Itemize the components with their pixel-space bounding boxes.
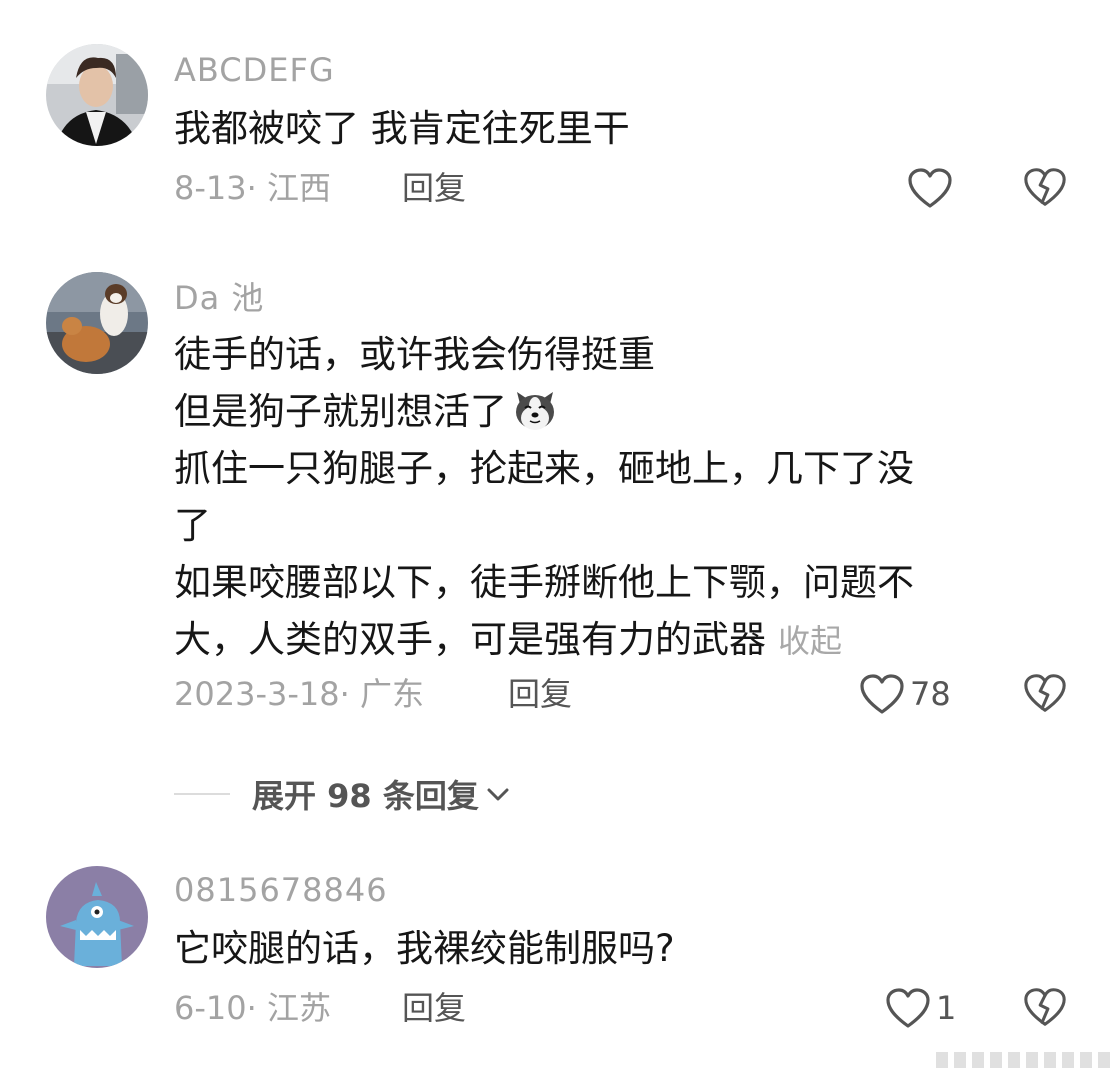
comment-date-location: 6-10· 江苏 [174, 989, 331, 1027]
watermark-graphic [936, 1052, 1110, 1068]
comment-text-line: 大，人类的双手，可是强有力的武器 [174, 618, 766, 661]
comment-body: 它咬腿的话，我裸绞能制服吗? [174, 920, 1054, 977]
avatar[interactable] [46, 866, 148, 968]
expand-replies-button[interactable]: 展开 98 条回复 [252, 771, 513, 817]
broken-heart-icon[interactable] [1022, 670, 1068, 716]
comment-username[interactable]: Da 池 [174, 278, 264, 318]
comment-text-line: 抓住一只狗腿子，抡起来，砸地上，几下了没 [174, 447, 914, 490]
comment-date-location: 2023-3-18· 广东 [174, 675, 424, 713]
avatar[interactable] [46, 272, 148, 374]
comment-date-location: 8-13· 江西 [174, 169, 331, 207]
like-button[interactable] [906, 164, 958, 212]
comment-username[interactable]: 0815678846 [174, 870, 388, 910]
comment-text-line: 它咬腿的话，我裸绞能制服吗? [174, 927, 675, 970]
reply-button[interactable]: 回复 [402, 988, 466, 1028]
comment-text-line: 徒手的话，或许我会伤得挺重 [174, 333, 655, 376]
expand-replies-row: 展开 98 条回复 [174, 772, 513, 816]
comment-text-line: 了 [174, 504, 211, 547]
avatar[interactable] [46, 44, 148, 146]
chevron-down-icon [487, 788, 509, 801]
comment-text-line: 如果咬腰部以下，徒手掰断他上下颚，问题不 [174, 561, 914, 604]
comment-text-line-last: 大，人类的双手，可是强有力的武器 收起 [174, 611, 1054, 670]
comment-body: 我都被咬了 我肯定往死里干 [174, 100, 1054, 157]
broken-heart-icon[interactable] [1022, 984, 1068, 1030]
collapse-text-link[interactable]: 收起 [778, 622, 842, 660]
like-button[interactable]: 1 [884, 984, 956, 1032]
comment-text-line: 我都被咬了 我肯定往死里干 [174, 107, 630, 150]
comment-username[interactable]: ABCDEFG [174, 50, 335, 90]
comment-text-line-with-emoji: 但是狗子就别想活了 [174, 383, 1054, 440]
husky-dog-emoji-icon [516, 392, 554, 430]
divider-line [174, 793, 230, 795]
expand-replies-label: 展开 98 条回复 [252, 777, 479, 815]
like-count: 1 [936, 989, 957, 1027]
like-button[interactable]: 78 [858, 670, 951, 718]
comment-body: 徒手的话，或许我会伤得挺重 但是狗子就别想活了 抓住一只狗腿子，抡起来，砸地上，… [174, 326, 1054, 670]
reply-button[interactable]: 回复 [508, 674, 572, 714]
heart-outline-icon [908, 168, 952, 208]
reply-button[interactable]: 回复 [402, 168, 466, 208]
heart-outline-icon [886, 988, 930, 1028]
comment-text-line: 但是狗子就别想活了 [174, 390, 507, 433]
like-count: 78 [910, 675, 951, 713]
broken-heart-icon[interactable] [1022, 164, 1068, 210]
heart-outline-icon [860, 674, 904, 714]
